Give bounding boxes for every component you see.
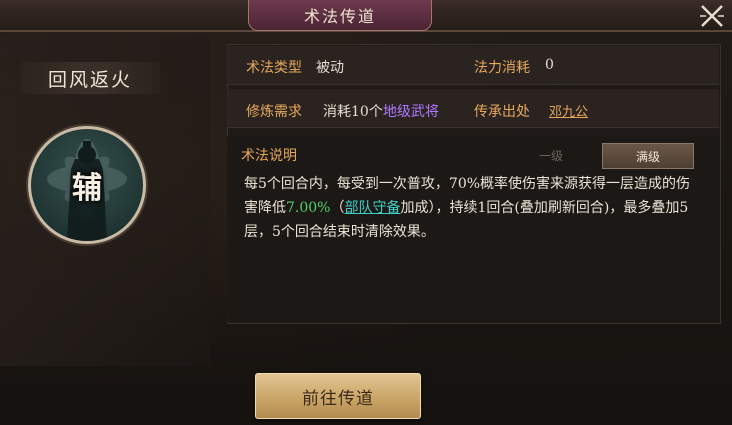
requirement-label: 修炼需求 bbox=[246, 104, 302, 120]
source-label: 传承出处 bbox=[474, 104, 530, 120]
info-row-type: 术法类型 被动 法力消耗 0 bbox=[227, 46, 719, 85]
source-link[interactable]: 邓九公 bbox=[549, 101, 588, 120]
tab-max-level[interactable]: 满级 bbox=[602, 143, 694, 169]
go-transmit-button[interactable]: 前往传道 bbox=[255, 373, 421, 419]
requirement-prefix: 消耗10个 bbox=[323, 104, 383, 120]
window-title: 术法传道 bbox=[248, 0, 432, 31]
requirement-value: 消耗10个地级武将 bbox=[323, 101, 439, 121]
description-percent: 7.00% bbox=[286, 200, 331, 216]
close-button[interactable] bbox=[694, 0, 730, 32]
type-value: 被动 bbox=[316, 60, 344, 76]
tab-level-1[interactable]: 一级 bbox=[522, 143, 580, 167]
skill-name: 回风返火 bbox=[20, 62, 160, 94]
cost-value: 0 bbox=[545, 57, 554, 73]
info-row-requirement: 修炼需求 消耗10个地级武将 传承出处 邓九公 bbox=[227, 89, 719, 128]
role-char: 辅 bbox=[72, 171, 102, 206]
description-label: 术法说明 bbox=[241, 148, 297, 164]
requirement-highlight: 地级武将 bbox=[382, 104, 439, 120]
description-part-2: （ bbox=[330, 200, 345, 216]
portrait-icon: 辅 bbox=[28, 126, 146, 244]
close-x-icon bbox=[700, 5, 724, 27]
description-link[interactable]: 部队守备 bbox=[344, 200, 400, 216]
type-label: 术法类型 bbox=[246, 60, 302, 76]
cost-label: 法力消耗 bbox=[474, 60, 530, 76]
description-text: 每5个回合内，每受到一次普攻，70%概率使伤害来源获得一层造成的伤害降低7.00… bbox=[244, 172, 704, 244]
